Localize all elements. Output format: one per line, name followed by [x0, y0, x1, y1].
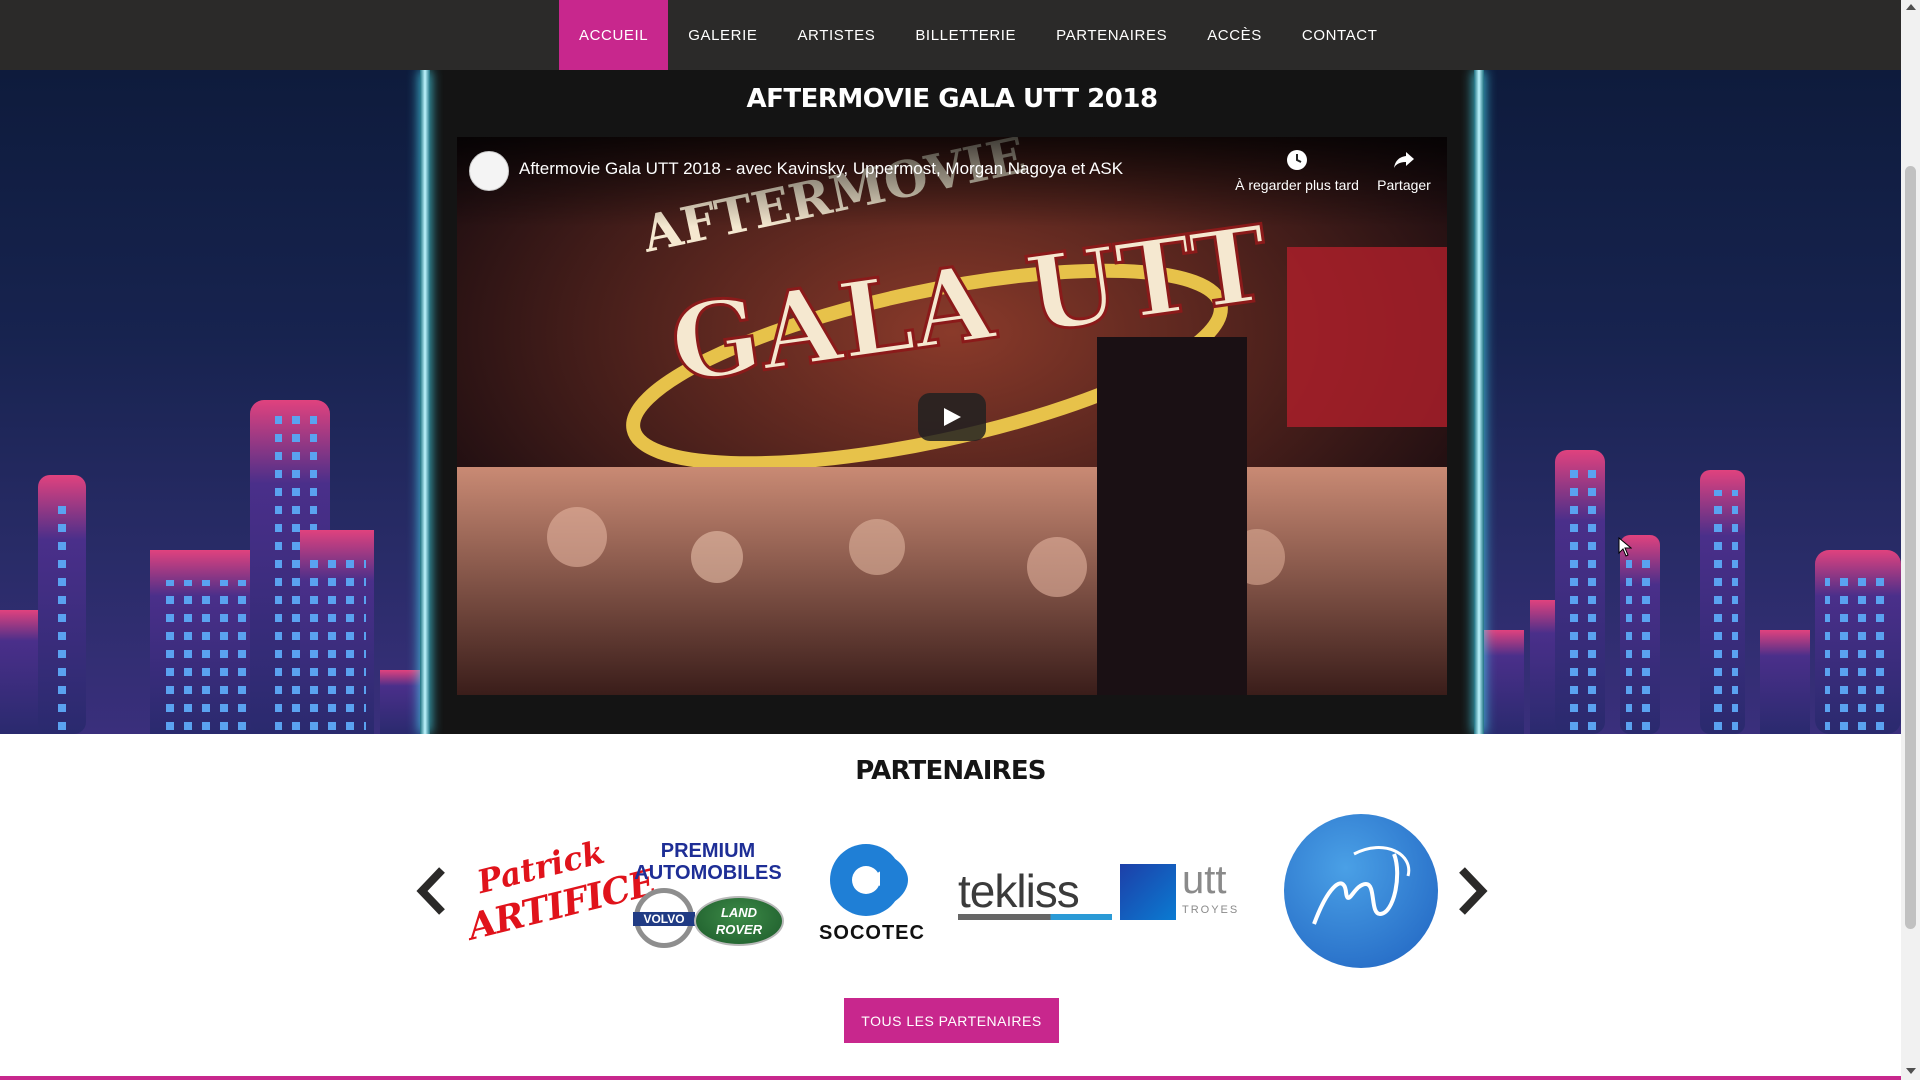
clock-icon: [1287, 150, 1307, 170]
chevron-left-icon: [416, 867, 445, 915]
nav-item-artistes[interactable]: ARTISTES: [777, 0, 895, 70]
carousel-prev-button[interactable]: [414, 866, 450, 916]
all-partners-button[interactable]: TOUS LES PARTENAIRES: [844, 998, 1059, 1043]
tekliss-underline: [958, 914, 1112, 920]
premium-line1: PREMIUM: [660, 840, 756, 862]
socotec-label: SOCOTEC: [819, 922, 925, 944]
channel-avatar[interactable]: [469, 151, 509, 191]
watch-later-label: À regarder plus tard: [1235, 177, 1359, 193]
scrollbar-thumb[interactable]: [1905, 166, 1916, 929]
neon-border-right: [1474, 70, 1484, 734]
utt-subtitle: TROYES: [1182, 904, 1240, 916]
carousel-next-button[interactable]: [1454, 866, 1490, 916]
scroll-down-arrow-icon[interactable]: [1906, 1068, 1916, 1074]
play-button[interactable]: [918, 393, 986, 441]
premium-line2: AUTOMOBILES: [634, 862, 782, 884]
scroll-up-arrow-icon[interactable]: [1906, 4, 1916, 10]
video-player[interactable]: AFTERMOVIE GALA UTT Aftermovie Gala UTT …: [457, 137, 1447, 695]
volvo-label: VOLVO: [633, 912, 695, 926]
page-title: AFTERMOVIE GALA UTT 2018: [746, 84, 1158, 114]
signature-mark: [1312, 846, 1411, 925]
neon-border-left: [420, 70, 430, 734]
tekliss-label: tekliss: [958, 865, 1080, 917]
partner-logo-signature-circle[interactable]: [1284, 812, 1440, 972]
nav-item-contact[interactable]: CONTACT: [1282, 0, 1398, 70]
partner-logo-socotec[interactable]: SOCOTEC: [804, 812, 940, 972]
share-button[interactable]: Partager: [1369, 149, 1439, 193]
volvo-emblem: VOLVO: [633, 888, 695, 948]
nav-item-partenaires[interactable]: PARTENAIRES: [1036, 0, 1187, 70]
video-title[interactable]: Aftermovie Gala UTT 2018 - avec Kavinsky…: [519, 159, 1123, 179]
nav-item-galerie[interactable]: GALERIE: [668, 0, 777, 70]
signature-circle-emblem: [1284, 814, 1438, 968]
land-rover-line2: ROVER: [715, 922, 763, 937]
socotec-mark: [830, 844, 918, 916]
partner-logo-patrick-artifice[interactable]: Patrick ARTIFICE: [464, 812, 660, 972]
utt-mark: [1120, 864, 1176, 920]
watch-later-button[interactable]: À regarder plus tard: [1227, 149, 1367, 193]
top-navigation-bar: ACCUEIL GALERIE ARTISTES BILLETTERIE PAR…: [0, 0, 1901, 70]
footer-accent-line: [0, 1076, 1901, 1080]
land-rover-line1: LAND: [720, 905, 758, 920]
partner-logo-utt[interactable]: utt TROYES: [1120, 812, 1276, 972]
land-rover-emblem: LAND ROVER: [694, 896, 784, 946]
nav-item-billetterie[interactable]: BILLETTERIE: [895, 0, 1036, 70]
nav-item-acces[interactable]: ACCÈS: [1187, 0, 1282, 70]
utt-word: utt: [1182, 858, 1227, 902]
share-label: Partager: [1377, 177, 1431, 193]
share-icon: [1394, 152, 1414, 168]
nav-item-accueil[interactable]: ACCUEIL: [559, 0, 669, 70]
partner-logo-premium-automobiles[interactable]: PREMIUM AUTOMOBILES VOLVO LAND ROVER: [632, 812, 784, 972]
partner-logo-tekliss[interactable]: tekliss: [958, 812, 1112, 972]
play-icon: [944, 408, 961, 426]
page-scrollbar[interactable]: [1901, 0, 1920, 1080]
nav-menu: ACCUEIL GALERIE ARTISTES BILLETTERIE PAR…: [559, 0, 1397, 70]
mouse-cursor-icon: [1618, 537, 1632, 557]
chevron-right-icon: [1459, 867, 1488, 915]
hero-section: AFTERMOVIE GALA UTT 2018 GALA UTT Afterm…: [0, 70, 1901, 734]
partners-heading: PARTENAIRES: [855, 756, 1046, 786]
